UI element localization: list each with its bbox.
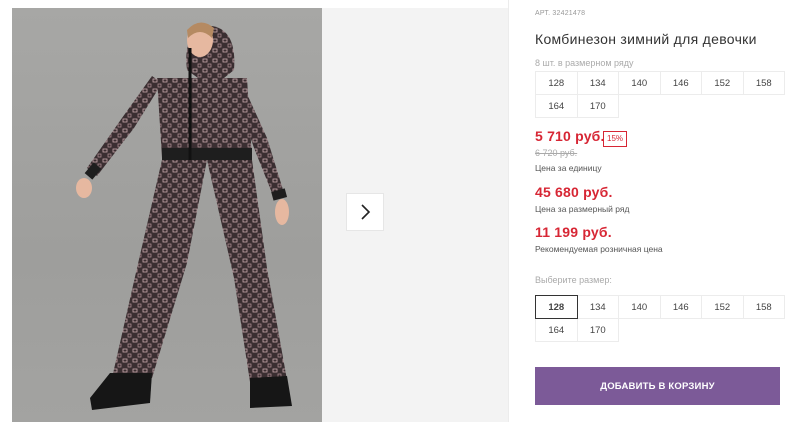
discount-badge: 15%: [603, 131, 628, 147]
chevron-right-icon: [361, 204, 371, 220]
size-option[interactable]: 158: [742, 295, 785, 319]
size-selector: 128 134 140 146 152 158 164 170: [535, 295, 785, 342]
pack-size: 146: [659, 71, 702, 95]
pack-sizes-grid: 128 134 140 146 152 158 164 170: [535, 71, 785, 118]
size-option[interactable]: 134: [576, 295, 619, 319]
old-price: 6 720 руб.: [535, 148, 578, 158]
unit-price-caption: Цена за единицу: [535, 163, 602, 173]
product-gallery: [0, 0, 508, 422]
pack-size: 128: [535, 71, 578, 95]
size-option[interactable]: 152: [701, 295, 744, 319]
pack-price: 45 680 руб.: [535, 184, 613, 200]
retail-price: 11 199 руб.: [535, 224, 612, 240]
pack-size: 134: [576, 71, 619, 95]
size-option[interactable]: 164: [535, 318, 578, 342]
pack-size: 140: [618, 71, 661, 95]
unit-price: 5 710 руб.: [535, 128, 605, 144]
pack-size: 158: [742, 71, 785, 95]
divider: [508, 0, 509, 422]
pack-size: 170: [576, 94, 619, 118]
pack-size: 152: [701, 71, 744, 95]
sku-label: АРТ. 32421478: [535, 10, 586, 17]
pack-size: 164: [535, 94, 578, 118]
size-option[interactable]: 140: [618, 295, 661, 319]
size-option[interactable]: 170: [576, 318, 619, 342]
pack-hint: 8 шт. в размерном ряду: [535, 58, 634, 68]
jumpsuit-illustration: [76, 22, 292, 410]
next-image-button[interactable]: [346, 193, 384, 231]
pack-price-caption: Цена за размерный ряд: [535, 204, 630, 214]
product-title: Комбинезон зимний для девочки: [535, 31, 757, 47]
size-option-selected[interactable]: 128: [535, 295, 578, 319]
size-option[interactable]: 146: [659, 295, 702, 319]
product-photo[interactable]: [12, 8, 322, 422]
retail-price-caption: Рекомендуемая розничная цена: [535, 244, 663, 254]
select-size-hint: Выберите размер:: [535, 275, 612, 285]
add-to-cart-button[interactable]: ДОБАВИТЬ В КОРЗИНУ: [535, 367, 780, 405]
